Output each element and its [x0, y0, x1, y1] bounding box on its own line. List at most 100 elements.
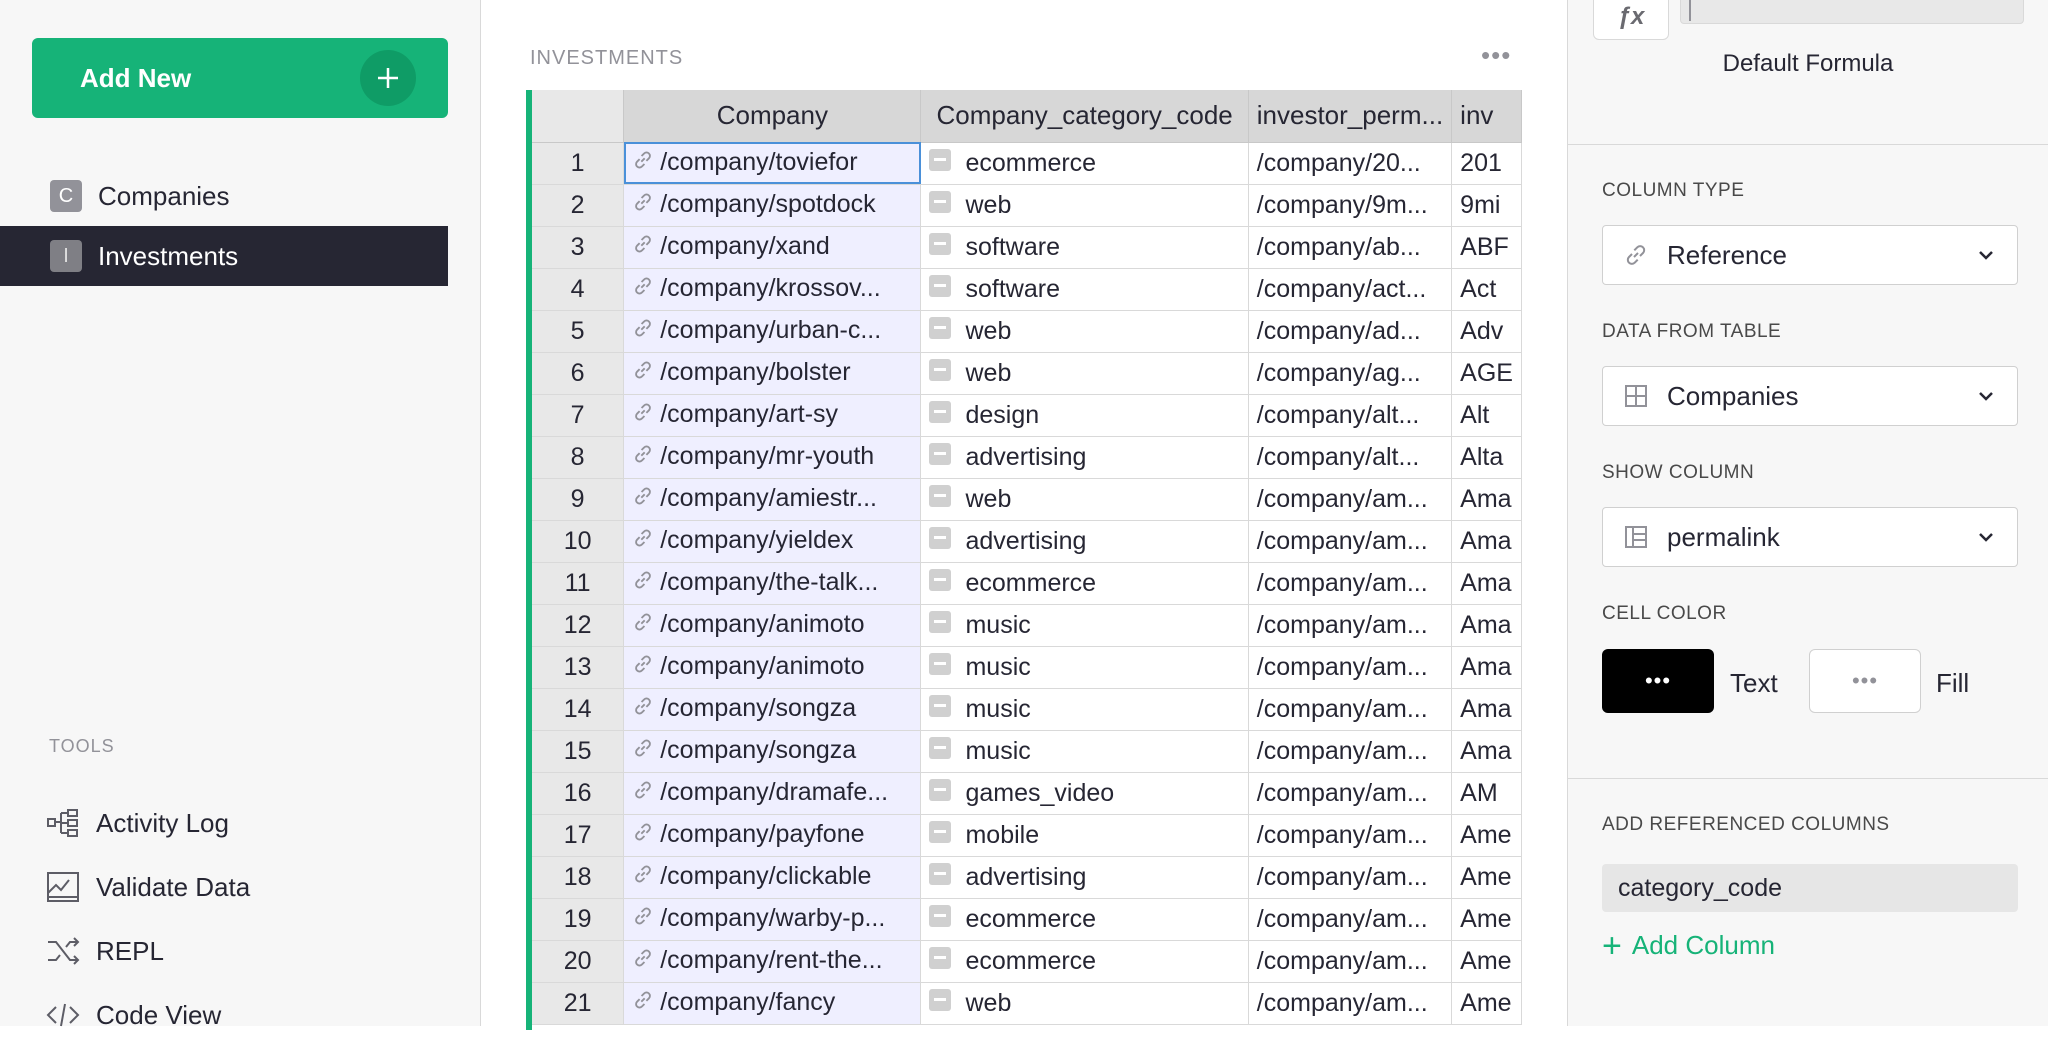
- category-cell[interactable]: advertising: [920, 436, 1249, 479]
- company-cell[interactable]: /company/urban-c...: [623, 310, 922, 353]
- row-number[interactable]: 2: [532, 184, 625, 227]
- investor-permalink-cell[interactable]: /company/am...: [1248, 940, 1453, 983]
- investor-cell[interactable]: Alt: [1451, 394, 1522, 437]
- row-number[interactable]: 21: [532, 982, 625, 1025]
- data-from-table-select[interactable]: Companies: [1602, 366, 2018, 426]
- category-cell[interactable]: ecommerce: [920, 142, 1249, 185]
- investor-cell[interactable]: Ama: [1451, 730, 1522, 773]
- row-number[interactable]: 11: [532, 562, 625, 605]
- investor-permalink-cell[interactable]: /company/am...: [1248, 814, 1453, 857]
- tool-repl[interactable]: REPL: [46, 929, 164, 973]
- row-number[interactable]: 20: [532, 940, 625, 983]
- company-cell[interactable]: /company/krossov...: [623, 268, 922, 311]
- row-number[interactable]: 19: [532, 898, 625, 941]
- investor-cell[interactable]: AGE: [1451, 352, 1522, 395]
- formula-fx-button[interactable]: ƒx: [1593, 0, 1669, 40]
- column-header-company[interactable]: Company: [623, 90, 922, 143]
- company-cell[interactable]: /company/animoto: [623, 646, 922, 689]
- tool-code-view[interactable]: Code View: [46, 993, 221, 1037]
- category-cell[interactable]: music: [920, 688, 1249, 731]
- category-cell[interactable]: web: [920, 478, 1249, 521]
- category-cell[interactable]: software: [920, 268, 1249, 311]
- investor-permalink-cell[interactable]: /company/am...: [1248, 478, 1453, 521]
- category-cell[interactable]: web: [920, 982, 1249, 1025]
- row-number[interactable]: 15: [532, 730, 625, 773]
- category-cell[interactable]: music: [920, 646, 1249, 689]
- row-number[interactable]: 9: [532, 478, 625, 521]
- formula-input[interactable]: [1680, 0, 2024, 24]
- category-cell[interactable]: mobile: [920, 814, 1249, 857]
- investor-cell[interactable]: Act: [1451, 268, 1522, 311]
- company-cell[interactable]: /company/amiestr...: [623, 478, 922, 521]
- investor-permalink-cell[interactable]: /company/am...: [1248, 730, 1453, 773]
- investor-cell[interactable]: Ame: [1451, 856, 1522, 899]
- row-number[interactable]: 5: [532, 310, 625, 353]
- tool-activity-log[interactable]: Activity Log: [46, 801, 229, 845]
- investor-cell[interactable]: ABF: [1451, 226, 1522, 269]
- company-cell[interactable]: /company/spotdock: [623, 184, 922, 227]
- investor-cell[interactable]: Adv: [1451, 310, 1522, 353]
- investor-permalink-cell[interactable]: /company/am...: [1248, 562, 1453, 605]
- company-cell[interactable]: /company/toviefor: [623, 142, 922, 185]
- company-cell[interactable]: /company/songza: [623, 688, 922, 731]
- page-item-investments[interactable]: I Investments: [0, 226, 448, 286]
- category-cell[interactable]: games_video: [920, 772, 1249, 815]
- investor-permalink-cell[interactable]: /company/am...: [1248, 982, 1453, 1025]
- investor-permalink-cell[interactable]: /company/am...: [1248, 688, 1453, 731]
- category-cell[interactable]: advertising: [920, 520, 1249, 563]
- investor-cell[interactable]: Ame: [1451, 814, 1522, 857]
- row-number[interactable]: 10: [532, 520, 625, 563]
- show-column-select[interactable]: permalink: [1602, 507, 2018, 567]
- row-number[interactable]: 14: [532, 688, 625, 731]
- add-column-button[interactable]: + Add Column: [1602, 929, 1775, 963]
- investor-cell[interactable]: 201: [1451, 142, 1522, 185]
- company-cell[interactable]: /company/xand: [623, 226, 922, 269]
- more-dots-icon[interactable]: •••: [1481, 42, 1511, 68]
- investor-permalink-cell[interactable]: /company/am...: [1248, 772, 1453, 815]
- row-number-header[interactable]: [532, 90, 625, 143]
- company-cell[interactable]: /company/warby-p...: [623, 898, 922, 941]
- category-cell[interactable]: music: [920, 730, 1249, 773]
- company-cell[interactable]: /company/art-sy: [623, 394, 922, 437]
- referenced-column-item[interactable]: category_code: [1602, 864, 2018, 912]
- row-number[interactable]: 3: [532, 226, 625, 269]
- investor-permalink-cell[interactable]: /company/am...: [1248, 604, 1453, 647]
- investor-permalink-cell[interactable]: /company/ab...: [1248, 226, 1453, 269]
- company-cell[interactable]: /company/mr-youth: [623, 436, 922, 479]
- category-cell[interactable]: web: [920, 352, 1249, 395]
- category-cell[interactable]: design: [920, 394, 1249, 437]
- company-cell[interactable]: /company/clickable: [623, 856, 922, 899]
- investor-cell[interactable]: Ame: [1451, 898, 1522, 941]
- row-number[interactable]: 7: [532, 394, 625, 437]
- column-header-investor[interactable]: inv: [1451, 90, 1522, 143]
- category-cell[interactable]: web: [920, 184, 1249, 227]
- investor-permalink-cell[interactable]: /company/9m...: [1248, 184, 1453, 227]
- column-type-select[interactable]: Reference: [1602, 225, 2018, 285]
- investor-permalink-cell[interactable]: /company/am...: [1248, 898, 1453, 941]
- row-number[interactable]: 6: [532, 352, 625, 395]
- investor-permalink-cell[interactable]: /company/alt...: [1248, 394, 1453, 437]
- investor-cell[interactable]: Alta: [1451, 436, 1522, 479]
- company-cell[interactable]: /company/dramafe...: [623, 772, 922, 815]
- investor-cell[interactable]: 9mi: [1451, 184, 1522, 227]
- column-header-category[interactable]: Company_category_code: [920, 90, 1249, 143]
- investor-cell[interactable]: Ame: [1451, 940, 1522, 983]
- investor-cell[interactable]: Ama: [1451, 646, 1522, 689]
- column-header-investor-permalink[interactable]: investor_perm...: [1248, 90, 1453, 143]
- investor-permalink-cell[interactable]: /company/20...: [1248, 142, 1453, 185]
- category-cell[interactable]: software: [920, 226, 1249, 269]
- text-color-swatch[interactable]: •••: [1602, 649, 1714, 713]
- fill-color-swatch[interactable]: •••: [1809, 649, 1921, 713]
- row-number[interactable]: 12: [532, 604, 625, 647]
- row-number[interactable]: 1: [532, 142, 625, 185]
- investor-cell[interactable]: Ame: [1451, 982, 1522, 1025]
- investor-cell[interactable]: Ama: [1451, 520, 1522, 563]
- row-number[interactable]: 13: [532, 646, 625, 689]
- company-cell[interactable]: /company/bolster: [623, 352, 922, 395]
- investor-cell[interactable]: Ama: [1451, 604, 1522, 647]
- add-new-button[interactable]: Add New: [32, 38, 448, 118]
- company-cell[interactable]: /company/fancy: [623, 982, 922, 1025]
- row-number[interactable]: 17: [532, 814, 625, 857]
- row-number[interactable]: 16: [532, 772, 625, 815]
- investor-permalink-cell[interactable]: /company/alt...: [1248, 436, 1453, 479]
